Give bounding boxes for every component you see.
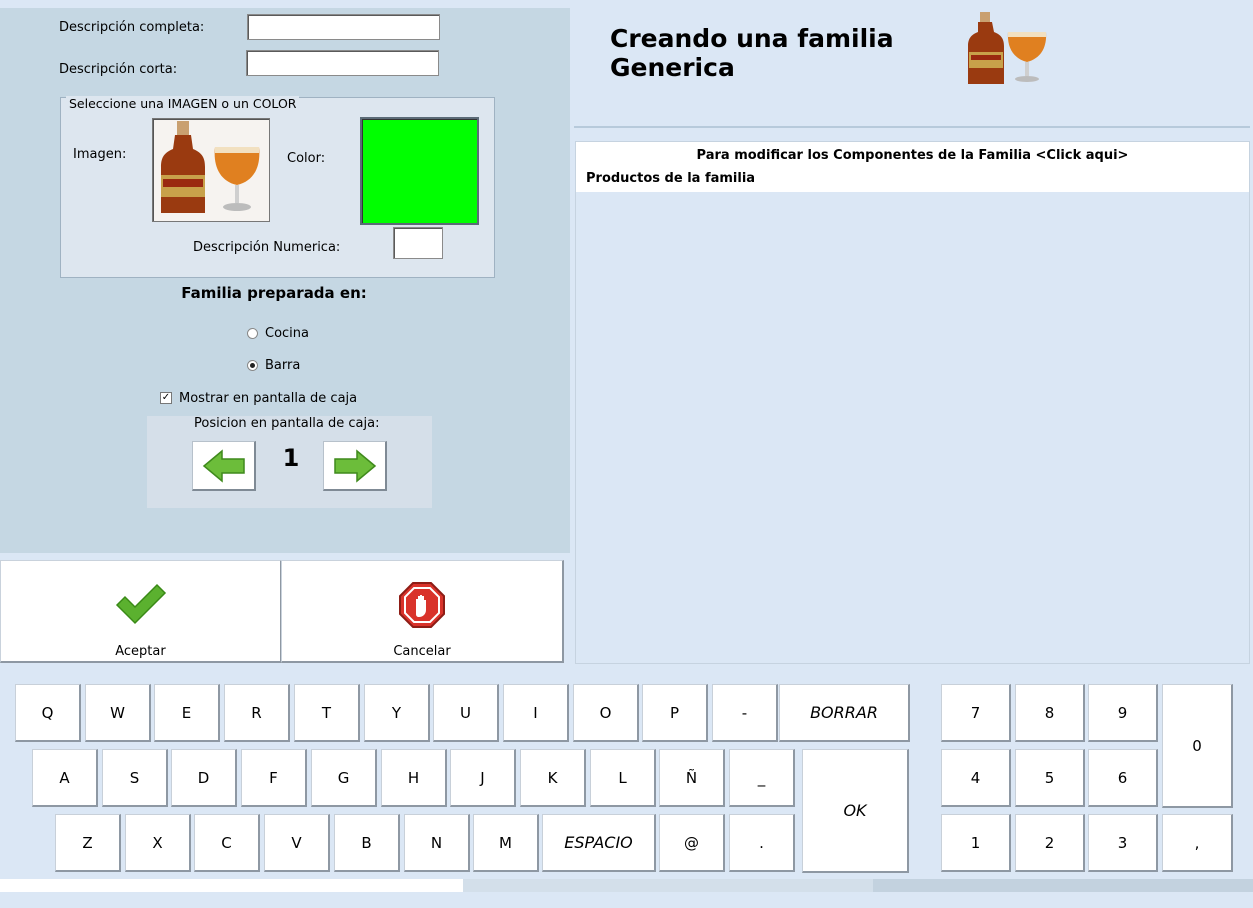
show-on-register-checkbox[interactable]: ✓ (160, 392, 172, 404)
arrow-left-icon (202, 448, 245, 483)
beer-family-logo (968, 12, 1047, 84)
prepared-in-title: Familia preparada en: (181, 284, 367, 302)
key-h[interactable]: H (381, 749, 447, 807)
key-t[interactable]: T (294, 684, 360, 742)
full-description-input[interactable] (247, 14, 440, 40)
key-z[interactable]: Z (55, 814, 121, 872)
key-q[interactable]: Q (15, 684, 81, 742)
numpad-key-7[interactable]: 7 (941, 684, 1011, 742)
key-period[interactable]: . (729, 814, 795, 872)
image-color-legend: Seleccione una IMAGEN o un COLOR (66, 96, 300, 111)
modify-components-link[interactable]: Para modificar los Componentes de la Fam… (576, 148, 1249, 163)
key-underscore[interactable]: _ (729, 749, 795, 807)
position-prev-button[interactable] (192, 441, 256, 491)
key-j[interactable]: J (450, 749, 516, 807)
color-label: Color: (287, 151, 326, 166)
key-a[interactable]: A (32, 749, 98, 807)
checkmark-icon (115, 583, 166, 625)
page-title: Creando una familia Generica (610, 24, 894, 82)
position-next-button[interactable] (323, 441, 387, 491)
page-title-line1: Creando una familia (610, 24, 894, 53)
key-c[interactable]: C (194, 814, 260, 872)
image-label: Imagen: (73, 147, 127, 162)
key-o[interactable]: O (573, 684, 639, 742)
arrow-right-icon (333, 448, 376, 483)
numpad-key-4[interactable]: 4 (941, 749, 1011, 807)
key-v[interactable]: V (264, 814, 330, 872)
accept-button[interactable]: Aceptar (0, 560, 282, 663)
status-bar-left (0, 879, 463, 892)
page-title-line2: Generica (610, 53, 735, 82)
key-d[interactable]: D (171, 749, 237, 807)
short-description-input[interactable] (246, 50, 439, 76)
key-s[interactable]: S (102, 749, 168, 807)
key-dash[interactable]: - (712, 684, 778, 742)
family-color-picker[interactable] (360, 117, 479, 225)
position-label: Posicion en pantalla de caja: (194, 416, 380, 431)
key-r[interactable]: R (224, 684, 290, 742)
numpad-key-5[interactable]: 5 (1015, 749, 1085, 807)
status-bar-right (873, 879, 1253, 892)
numpad-key-9[interactable]: 9 (1088, 684, 1158, 742)
radio-barra[interactable] (247, 360, 258, 371)
key-at[interactable]: @ (659, 814, 725, 872)
radio-barra-label: Barra (265, 358, 301, 373)
key-i[interactable]: I (503, 684, 569, 742)
numeric-description-label: Descripción Numerica: (193, 240, 341, 255)
key-k[interactable]: K (520, 749, 586, 807)
components-panel (575, 141, 1250, 664)
key-ñ[interactable]: Ñ (659, 749, 725, 807)
key-p[interactable]: P (642, 684, 708, 742)
radio-cocina-label: Cocina (265, 326, 309, 341)
key-e[interactable]: E (154, 684, 220, 742)
numpad-key-2[interactable]: 2 (1015, 814, 1085, 872)
key-ok[interactable]: OK (802, 749, 909, 873)
products-label: Productos de la familia (586, 171, 756, 186)
numpad-key-3[interactable]: 3 (1088, 814, 1158, 872)
full-description-label: Descripción completa: (59, 20, 205, 35)
key-n[interactable]: N (404, 814, 470, 872)
numeric-description-input[interactable] (393, 227, 443, 259)
key-b[interactable]: B (334, 814, 400, 872)
stop-hand-icon (399, 582, 445, 628)
key-espacio[interactable]: ESPACIO (542, 814, 656, 872)
accept-label: Aceptar (115, 644, 166, 659)
cancel-button[interactable]: Cancelar (281, 560, 564, 663)
numpad-key-8[interactable]: 8 (1015, 684, 1085, 742)
radio-cocina[interactable] (247, 328, 258, 339)
status-bar-middle (463, 879, 873, 892)
numpad-key-6[interactable]: 6 (1088, 749, 1158, 807)
cancel-label: Cancelar (393, 644, 451, 659)
beer-bottle-glass-image (161, 121, 260, 213)
short-description-label: Descripción corta: (59, 62, 178, 77)
numpad-key-0[interactable]: 0 (1162, 684, 1233, 808)
key-borrar[interactable]: BORRAR (779, 684, 910, 742)
key-l[interactable]: L (590, 749, 656, 807)
position-value: 1 (282, 444, 300, 472)
numpad-key-1[interactable]: 1 (941, 814, 1011, 872)
key-x[interactable]: X (125, 814, 191, 872)
key-u[interactable]: U (433, 684, 499, 742)
numpad-key-comma[interactable]: , (1162, 814, 1233, 872)
key-f[interactable]: F (241, 749, 307, 807)
show-on-register-label: Mostrar en pantalla de caja (179, 391, 358, 406)
family-image-picker[interactable] (152, 118, 270, 222)
key-w[interactable]: W (85, 684, 151, 742)
key-y[interactable]: Y (364, 684, 430, 742)
key-m[interactable]: M (473, 814, 539, 872)
key-g[interactable]: G (311, 749, 377, 807)
